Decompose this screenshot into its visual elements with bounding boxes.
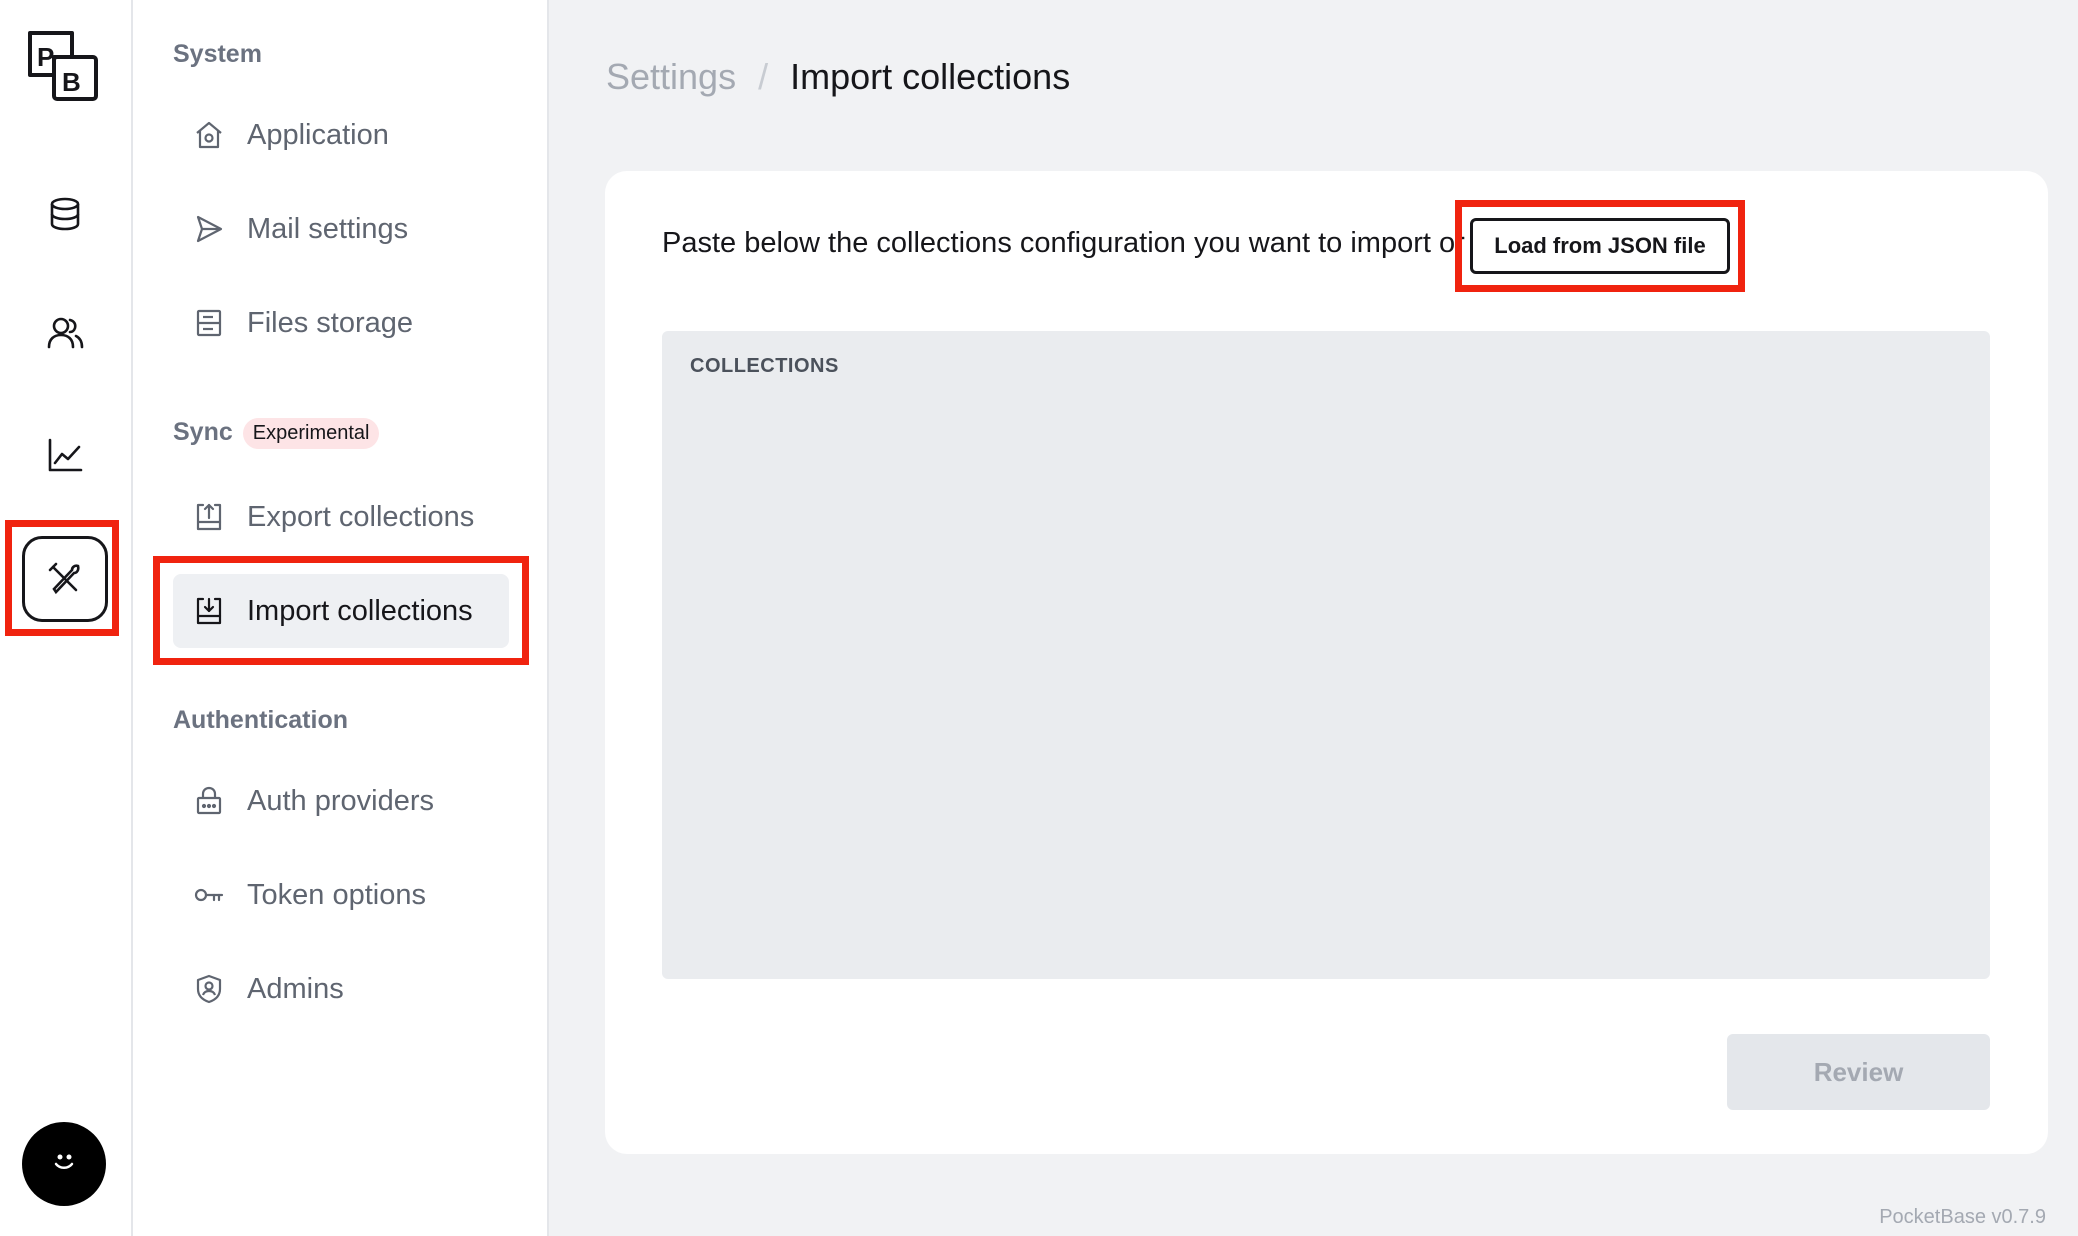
key-icon: [193, 879, 225, 911]
chart-icon: [48, 438, 83, 472]
svg-text:P: P: [37, 42, 54, 72]
breadcrumb-separator: /: [758, 56, 769, 97]
collections-textarea[interactable]: [662, 395, 1990, 979]
upload-icon: [193, 501, 225, 533]
sidebar-item-label: Mail settings: [247, 212, 409, 245]
lock-icon: [193, 785, 225, 817]
sidebar-item-label: Application: [247, 118, 389, 151]
logs-nav-button[interactable]: [22, 412, 108, 498]
review-button[interactable]: Review: [1727, 1034, 1990, 1110]
sync-heading: Sync Experimental: [173, 418, 380, 449]
send-icon: [193, 213, 225, 245]
icon-rail: P B: [0, 0, 133, 1236]
sidebar-item-label: Auth providers: [247, 784, 434, 817]
settings-nav-button[interactable]: [22, 536, 108, 622]
load-json-file-button[interactable]: Load from JSON file: [1470, 218, 1730, 274]
svg-text:B: B: [62, 67, 81, 97]
experimental-badge: Experimental: [242, 418, 380, 449]
sidebar-item-import-collections[interactable]: Import collections: [173, 574, 509, 648]
sidebar-item-label: Admins: [247, 972, 344, 1005]
collections-field: COLLECTIONS: [662, 331, 1990, 979]
users-icon: [47, 317, 84, 349]
sidebar-item-mail-settings[interactable]: Mail settings: [173, 192, 509, 266]
breadcrumb: Settings / Import collections: [606, 56, 1070, 98]
app-root: P B System Application Mail settings Fil…: [0, 0, 2078, 1236]
sidebar-item-application[interactable]: Application: [173, 98, 509, 172]
import-instructions: Paste below the collections configuratio…: [662, 227, 1465, 259]
settings-sidebar: System Application Mail settings Files s…: [133, 0, 549, 1236]
sidebar-item-label: Token options: [247, 878, 426, 911]
app-version: PocketBase v0.7.9: [1879, 1206, 2046, 1228]
user-avatar[interactable]: [22, 1122, 106, 1206]
authentication-heading: Authentication: [173, 706, 348, 734]
sidebar-item-label: Files storage: [247, 306, 414, 339]
sidebar-item-admins[interactable]: Admins: [173, 952, 509, 1026]
breadcrumb-settings[interactable]: Settings: [606, 56, 736, 97]
database-icon: [50, 197, 80, 231]
smiley-icon: [54, 1154, 74, 1169]
download-icon: [193, 595, 225, 627]
home-gear-icon: [193, 119, 225, 151]
sidebar-item-label: Export collections: [247, 500, 475, 533]
sidebar-item-auth-providers[interactable]: Auth providers: [173, 764, 509, 838]
system-heading: System: [173, 40, 262, 68]
sidebar-item-export-collections[interactable]: Export collections: [173, 480, 509, 554]
sidebar-item-token-options[interactable]: Token options: [173, 858, 509, 932]
collections-field-label: COLLECTIONS: [690, 355, 839, 377]
sidebar-item-label: Import collections: [247, 594, 473, 627]
page-title: Import collections: [790, 56, 1071, 97]
tools-icon: [48, 562, 80, 595]
pocketbase-logo[interactable]: P B: [27, 30, 101, 104]
sidebar-item-files-storage[interactable]: Files storage: [173, 286, 509, 360]
import-panel: Paste below the collections configuratio…: [605, 171, 2048, 1154]
users-nav-button[interactable]: [22, 290, 108, 376]
storage-icon: [193, 307, 225, 339]
collections-nav-button[interactable]: [22, 171, 108, 257]
shield-user-icon: [193, 973, 225, 1005]
